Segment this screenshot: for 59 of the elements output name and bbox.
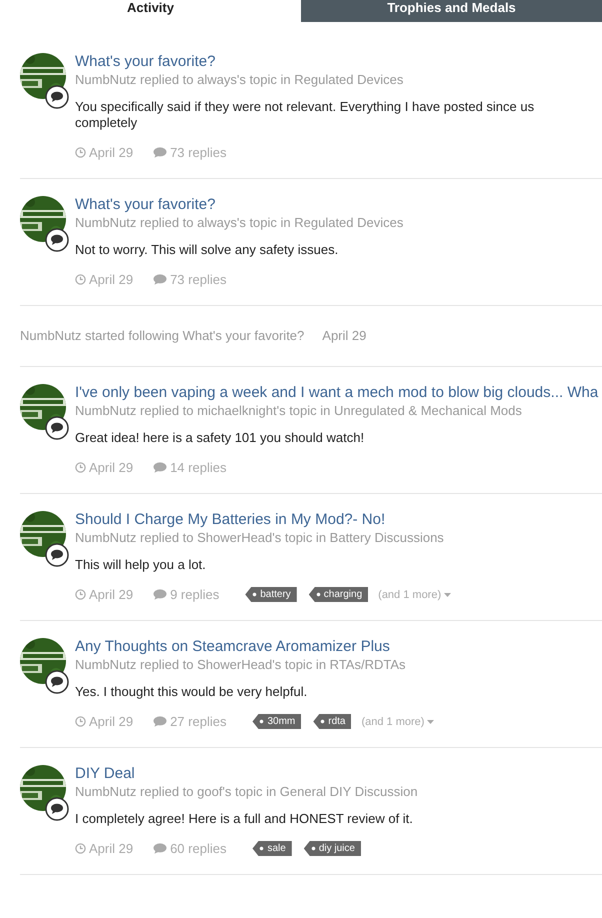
tag-label[interactable]: battery — [245, 587, 297, 602]
activity-description: NumbNutz replied to michaelknight's topic in Unregulated & Mechanical Mods — [75, 402, 523, 420]
comment-icon — [153, 462, 168, 474]
clock-icon — [75, 462, 86, 473]
topic-title-link[interactable]: What's your favorite? — [75, 196, 602, 214]
comment-icon — [153, 274, 168, 286]
activity-description: NumbNutz replied to ShowerHead's topic in Battery Discussions — [75, 529, 445, 547]
clock-icon — [75, 147, 86, 158]
post-date: April 29 — [89, 841, 134, 856]
activity-description: NumbNutz replied to always's topic in Regulated Devices — [75, 71, 404, 89]
post-snippet: Great idea! here is a safety 101 you should watch! — [75, 430, 366, 446]
comment-icon — [153, 588, 168, 600]
clock-icon — [75, 589, 86, 600]
comment-icon — [153, 842, 168, 854]
reply-count: 27 replies — [170, 714, 226, 729]
follow-date: April 29 — [322, 328, 366, 343]
topic-title-link[interactable]: DIY Deal — [75, 765, 602, 783]
post-date: April 29 — [89, 145, 134, 160]
reply-count: 73 replies — [170, 272, 226, 287]
comment-badge-icon — [45, 228, 69, 252]
activity-description: NumbNutz replied to always's topic in Regulated Devices — [75, 214, 404, 232]
post-snippet: Yes. I thought this would be very helpful. — [75, 684, 308, 700]
post-snippet: This will help you a lot. — [75, 557, 207, 573]
profile-tab[interactable]: Trophies and Medals — [301, 0, 602, 22]
comment-badge-icon — [45, 416, 69, 440]
activity-description: NumbNutz replied to goof's topic in General DIY Discussion — [75, 783, 419, 801]
tag-label[interactable]: charging — [308, 587, 368, 602]
activity-description: NumbNutz replied to ShowerHead's topic in RTAs/RDTAs — [75, 656, 406, 674]
clock-icon — [75, 274, 86, 285]
topic-title-link[interactable]: I've only been vaping a week and I want a mech mod to blow big clouds... Wha — [75, 384, 602, 402]
comment-badge-icon — [45, 85, 69, 109]
tag-label[interactable]: 30mm — [252, 714, 302, 729]
post-date: April 29 — [89, 587, 134, 602]
tag-label[interactable]: rdta — [313, 714, 352, 729]
tag-label[interactable]: sale — [252, 841, 292, 856]
tag-label[interactable]: diy juice — [304, 841, 361, 856]
post-snippet: I completely agree! Here is a full and HONEST review of it. — [75, 811, 414, 827]
clock-icon — [75, 716, 86, 727]
comment-badge-icon — [45, 543, 69, 567]
post-date: April 29 — [89, 714, 134, 729]
topic-title-link[interactable]: Any Thoughts on Steamcrave Aromamizer Plus — [75, 638, 602, 656]
post-snippet: You specifically said if they were not relevant. Everything I have posted since us completely — [75, 99, 536, 131]
follow-description: NumbNutz started following What's your favorite? — [20, 328, 304, 343]
post-snippet: Not to worry. This will solve any safety issues. — [75, 242, 340, 258]
comment-icon — [153, 716, 168, 728]
reply-count: 9 replies — [170, 587, 220, 602]
reply-count: 60 replies — [170, 841, 226, 856]
clock-icon — [75, 843, 86, 854]
topic-title-link[interactable]: What's your favorite? — [75, 53, 602, 71]
reply-count: 73 replies — [170, 145, 226, 160]
topic-title-link[interactable]: Should I Charge My Batteries in My Mod?- No! — [75, 511, 602, 529]
comment-badge-icon — [45, 670, 69, 694]
comment-badge-icon — [45, 797, 69, 821]
comment-icon — [153, 146, 168, 158]
reply-count: 14 replies — [170, 460, 226, 475]
post-date: April 29 — [89, 272, 134, 287]
caret-icon — [444, 592, 452, 596]
caret-icon — [427, 720, 434, 724]
post-date: April 29 — [89, 460, 134, 475]
